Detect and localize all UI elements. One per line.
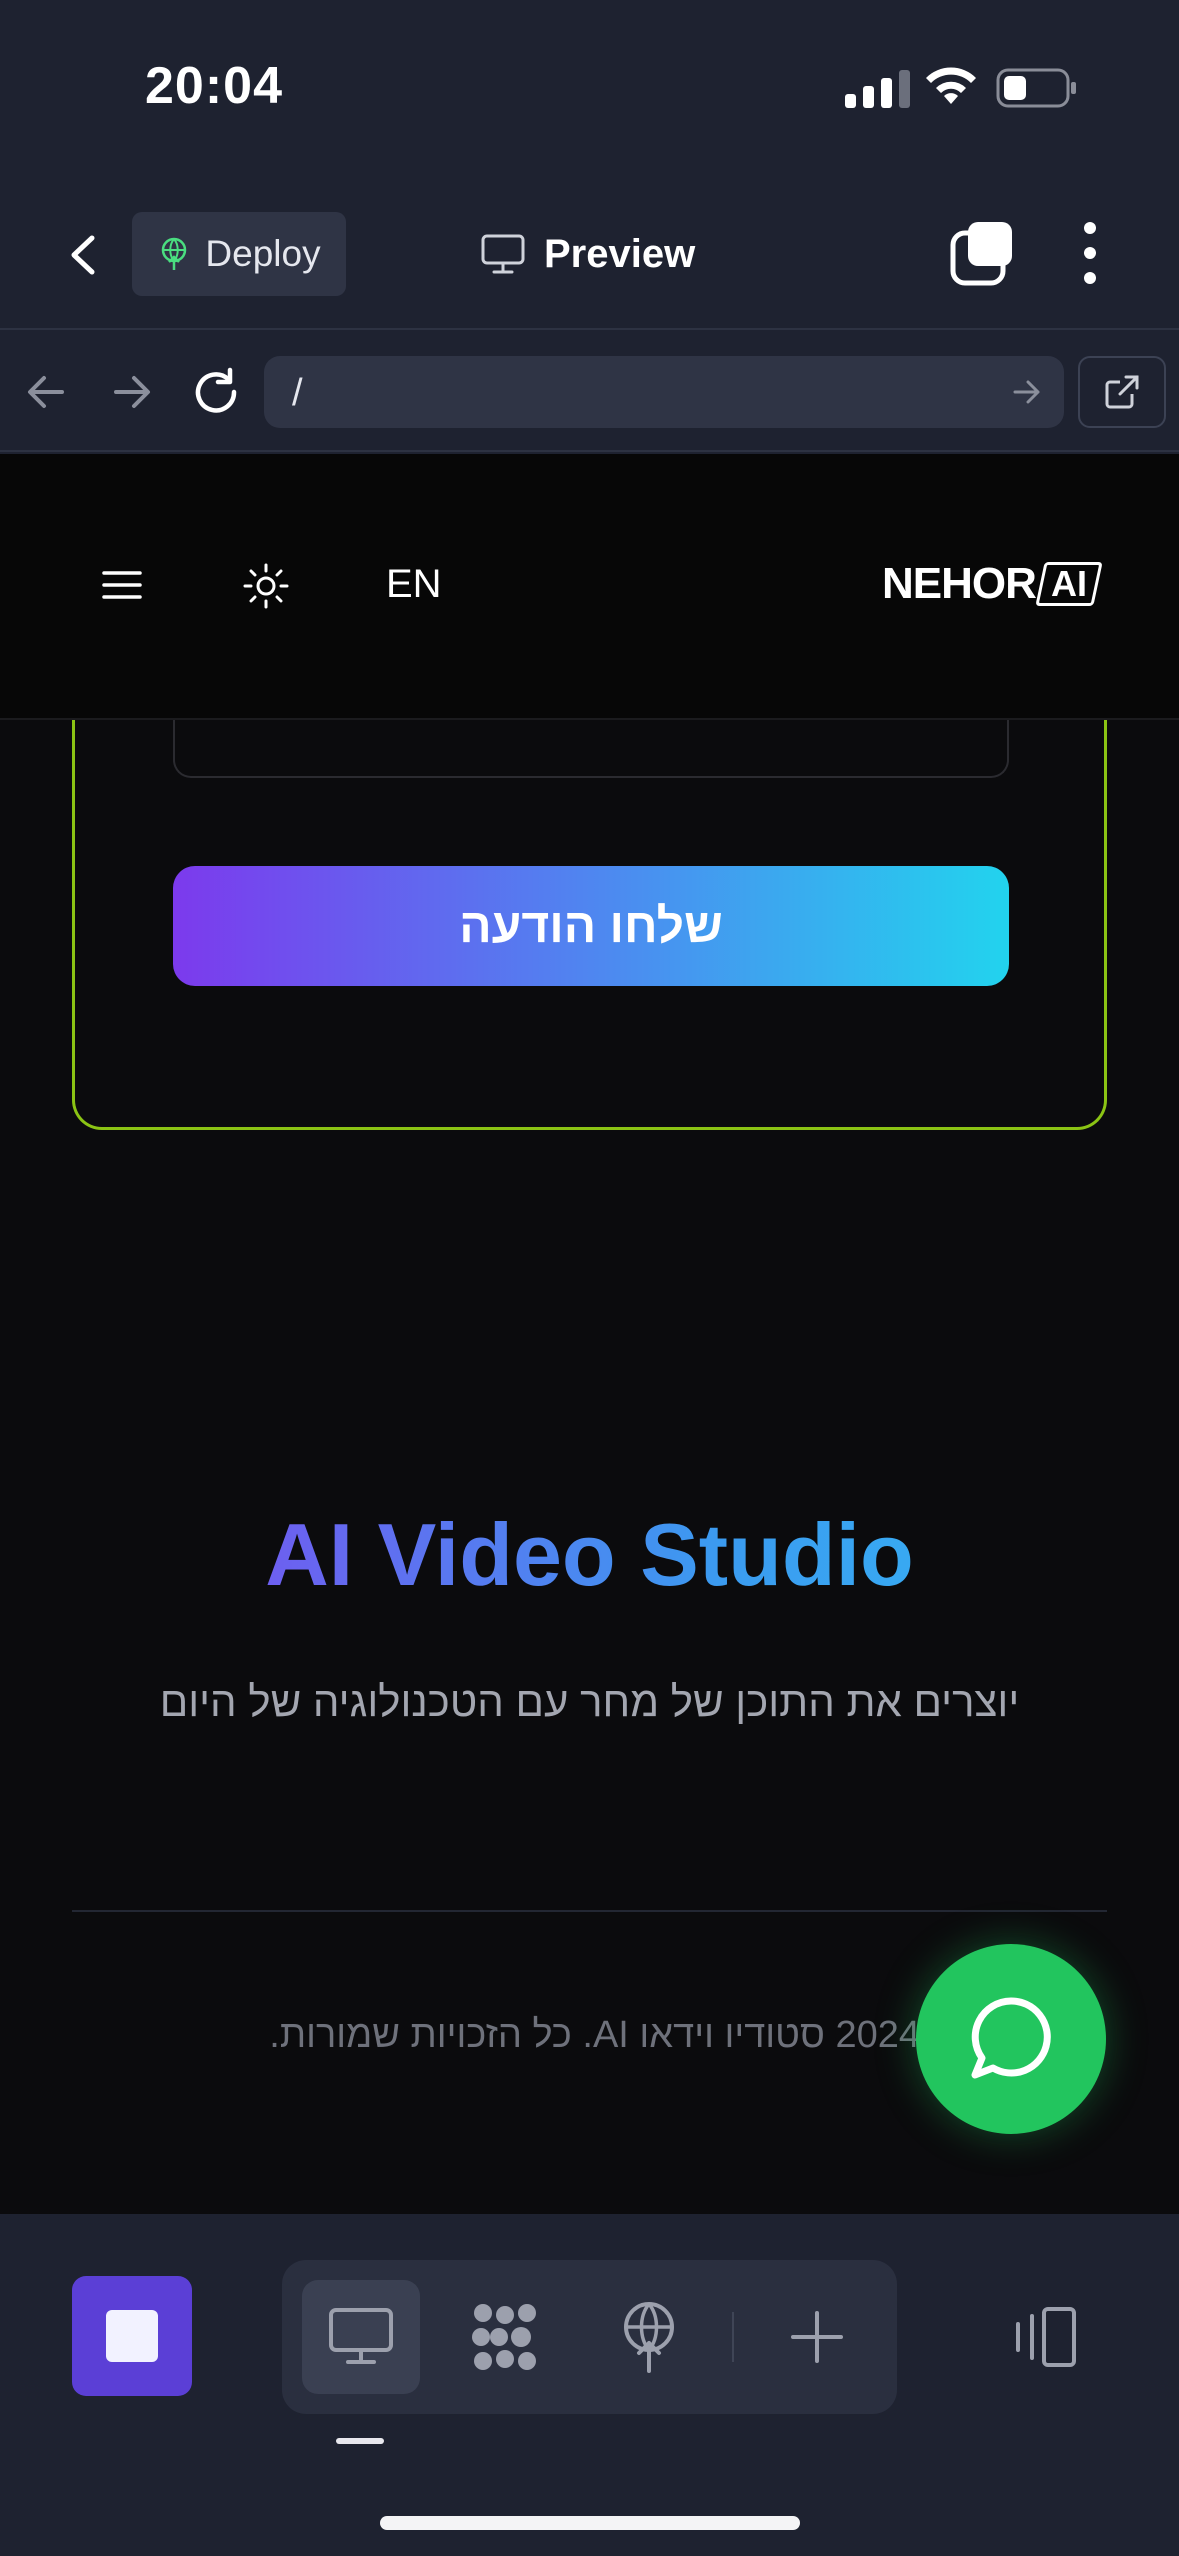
deploy-label: Deploy: [205, 233, 321, 274]
desktop-view-button[interactable]: [302, 2280, 420, 2394]
site-header: EN NEHOR AI: [0, 454, 1179, 720]
toolbar-separator: [732, 2312, 734, 2362]
studio-title-text: AI Video Studio: [265, 1505, 914, 1604]
logo-word: NEHOR: [882, 559, 1037, 608]
pattern-view-button[interactable]: [446, 2280, 564, 2394]
deploy-view-button[interactable]: [590, 2280, 708, 2394]
app-screen: 20:04 Deploy Preview / EN NEHOR AI שלחו …: [0, 0, 1179, 2556]
studio-title: AI Video Studio: [0, 1504, 1179, 1606]
bottom-toolbar: [0, 2214, 1179, 2556]
tagline: יוצרים את התוכן של מחר עם הטכנולוגיה של …: [159, 1678, 1020, 1725]
send-message-button[interactable]: שלחו הודעה: [173, 866, 1009, 986]
logo-ai-box: AI: [1035, 562, 1103, 606]
footer-divider: [72, 1910, 1107, 1912]
preview-label: Preview: [544, 231, 696, 276]
preview-tab[interactable]: Preview: [480, 218, 695, 290]
status-bar: 20:04: [0, 0, 1179, 170]
arrow-left-icon[interactable]: [22, 370, 72, 414]
more-vertical-icon[interactable]: [1070, 218, 1110, 288]
desktop-icon: [329, 2308, 393, 2364]
stop-icon: [106, 2310, 158, 2362]
battery-icon: [996, 68, 1076, 108]
add-button[interactable]: [758, 2280, 876, 2394]
chat-icon: [971, 1997, 1051, 2079]
globe-deploy-icon: [624, 2302, 674, 2373]
go-arrow-icon[interactable]: [1012, 378, 1042, 406]
whatsapp-chat-button[interactable]: [916, 1944, 1106, 2134]
home-indicator: [380, 2516, 800, 2530]
tabs-icon[interactable]: [950, 220, 1014, 286]
back-chevron-icon[interactable]: [60, 230, 110, 280]
reload-icon[interactable]: [190, 366, 242, 418]
site-logo[interactable]: NEHOR AI: [882, 558, 1103, 610]
arrow-right-icon[interactable]: [106, 370, 156, 414]
hamburger-icon[interactable]: [102, 570, 142, 600]
stop-button[interactable]: [72, 2276, 192, 2396]
url-input[interactable]: /: [264, 356, 1064, 428]
active-tab-indicator: [336, 2438, 384, 2444]
view-switcher: [282, 2260, 897, 2414]
url-path: /: [292, 372, 303, 414]
status-time: 20:04: [145, 57, 283, 115]
deploy-icon: [162, 237, 187, 270]
pattern-icon: [472, 2304, 536, 2370]
app-bar: Deploy Preview: [0, 170, 1179, 330]
wifi-icon: [926, 67, 976, 104]
web-preview: EN NEHOR AI שלחו הודעה AI Video Studio י…: [0, 454, 1179, 2214]
send-message-label: שלחו הודעה: [459, 899, 723, 953]
browser-url-bar: /: [0, 332, 1179, 452]
open-external-button[interactable]: [1078, 356, 1166, 428]
open-external-icon: [1105, 375, 1139, 409]
cellular-signal-icon: [845, 68, 910, 108]
language-toggle[interactable]: EN: [386, 562, 442, 607]
sun-icon[interactable]: [242, 562, 290, 610]
plus-icon: [791, 2311, 843, 2363]
logo-ai: AI: [1050, 563, 1087, 604]
monitor-icon: [481, 234, 525, 274]
device-toggle-icon[interactable]: [1010, 2306, 1080, 2368]
deploy-button[interactable]: Deploy: [132, 212, 346, 296]
copyright-text: 2024 סטודיו וידאו AI. כל הזכויות שמורות.: [269, 2014, 920, 2056]
